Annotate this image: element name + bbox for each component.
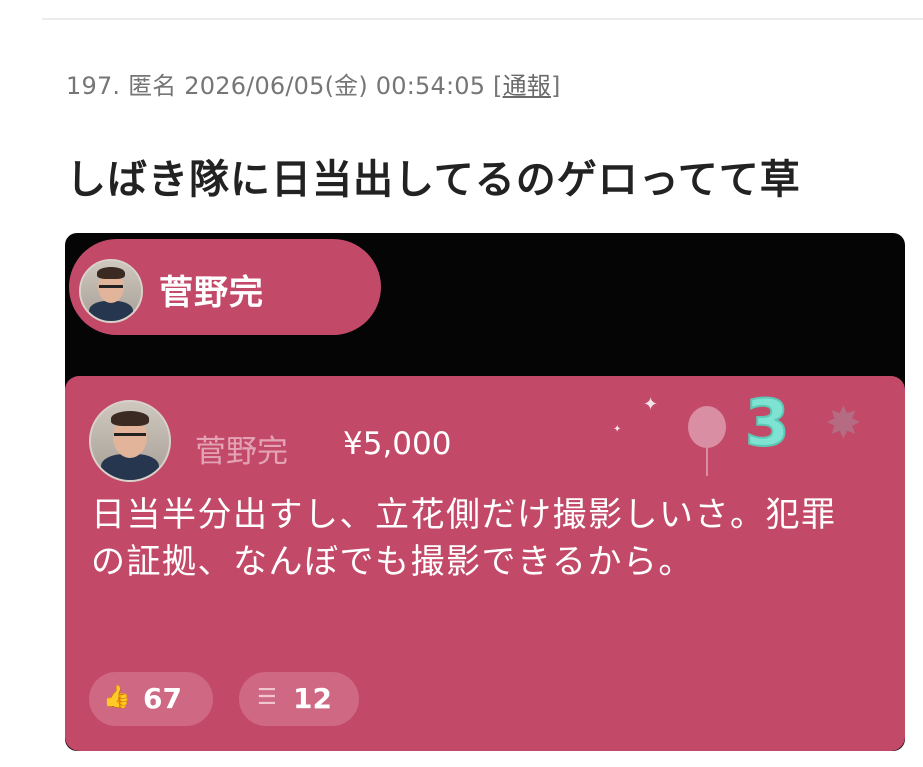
pill-username: 菅野完 (159, 273, 264, 313)
like-count: 67 (143, 682, 182, 715)
sparkle-icon: ✦ (643, 394, 659, 415)
avatar-glasses (99, 285, 123, 288)
avatar-body (89, 301, 133, 321)
rank-badge: 3 (744, 387, 791, 461)
balloon-string (706, 448, 708, 476)
balloon-icon (688, 406, 726, 448)
top-divider (42, 18, 923, 20)
avatar-hair (97, 267, 125, 279)
report-link-label[interactable]: 通報 (503, 72, 551, 100)
sparkle-icon: ✦ (613, 424, 622, 435)
embedded-image: 菅野完 菅野完 ¥5,000 ✦ ✦ 3 ✸ 日当半分出すし、立花側だけ撮影しい… (65, 233, 905, 751)
avatar-glasses (114, 433, 146, 436)
avatar (79, 259, 143, 323)
report-link[interactable]: 通報 (503, 72, 551, 100)
like-count-pill[interactable]: 👍 67 (89, 672, 213, 726)
card-avatar (89, 400, 171, 482)
post-meta-text: 197. 匿名 2026/06/05(金) 00:54:05 [ (66, 72, 503, 100)
donation-message: 日当半分出すし、立花側だけ撮影しいさ。犯罪の証拠、なんぼでも撮影できるから。 (91, 495, 837, 582)
reply-count: 12 (293, 682, 332, 715)
post-meta: 197. 匿名 2026/06/05(金) 00:54:05 [通報] (66, 66, 561, 101)
superchat-card: 菅野完 ¥5,000 ✦ ✦ 3 ✸ 日当半分出すし、立花側だけ撮影しいさ。犯罪… (65, 376, 905, 751)
avatar-body (101, 454, 159, 480)
donation-amount: ¥5,000 (343, 426, 452, 462)
burst-icon: ✸ (825, 398, 862, 449)
thumbs-up-icon: 👍 (103, 685, 131, 710)
card-username: 菅野完 (195, 434, 288, 470)
comment-icon: ☰ (257, 685, 277, 710)
name-pill: 菅野完 (69, 239, 381, 335)
avatar-hair (111, 411, 149, 426)
post-meta-bracket: ] (550, 72, 561, 100)
reply-count-pill[interactable]: ☰ 12 (239, 672, 359, 726)
post-title: しばき隊に日当出してるのゲロってて草 (66, 157, 801, 203)
